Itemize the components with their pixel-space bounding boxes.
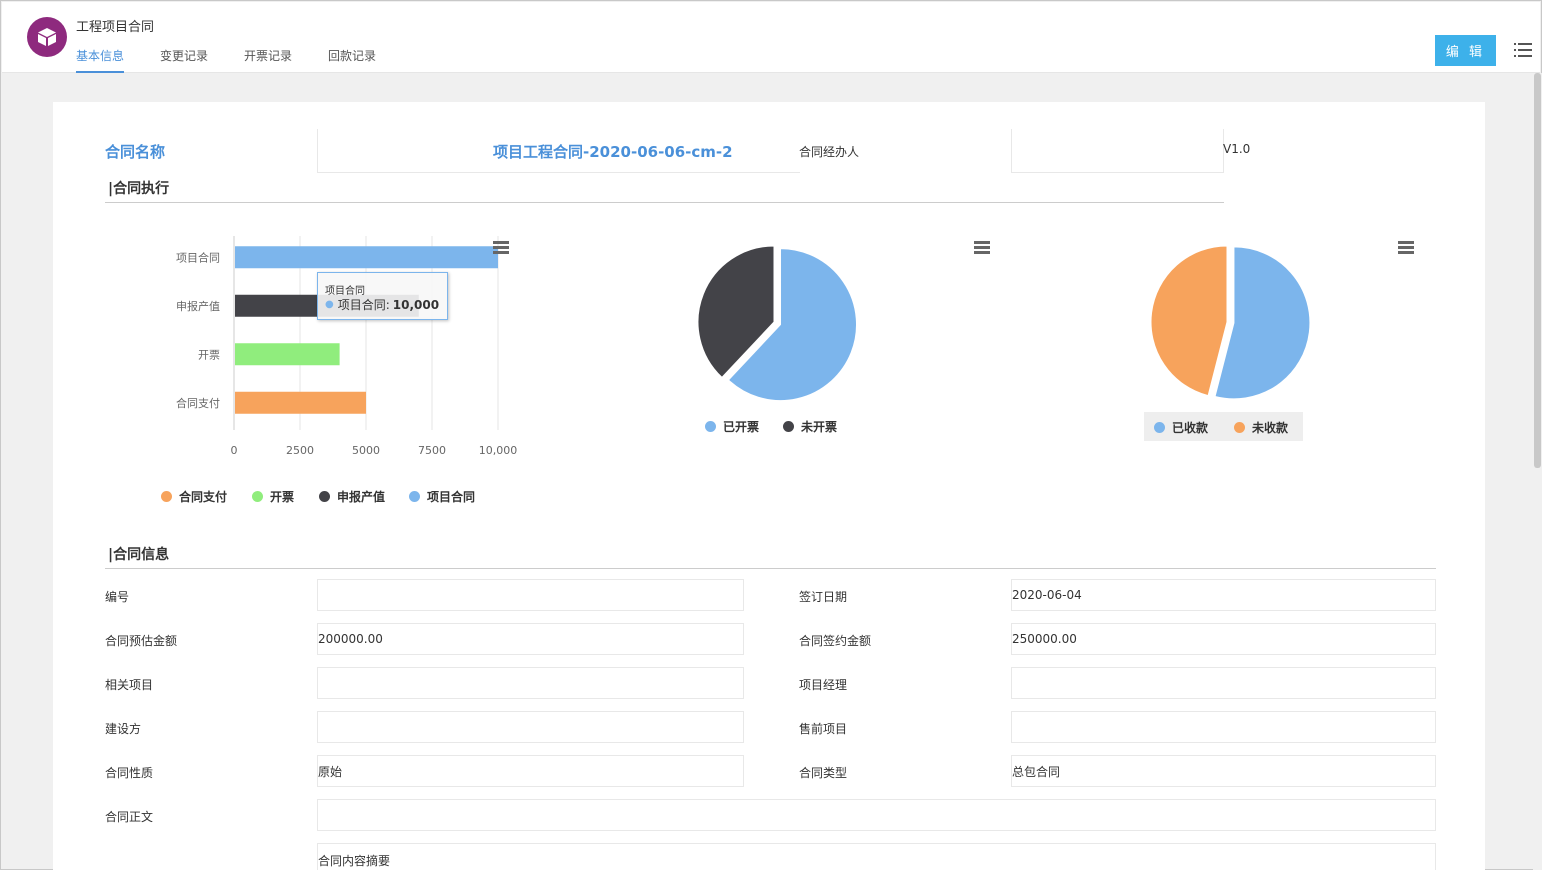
legend-received[interactable]: 已收款 [1154,419,1208,436]
section-divider [105,568,1436,569]
field-label-project-manager: 项目经理 [799,678,848,692]
legend-dot-icon [161,491,172,502]
legend-invoice[interactable]: 开票 [252,488,294,505]
pie-slice [1150,245,1228,397]
tooltip-dot-icon: ● [325,299,334,310]
bar [235,246,498,269]
field-label-related-project: 相关项目 [105,678,154,692]
x-tick-label: 0 [231,444,238,457]
cube-icon [27,17,67,57]
info-section-title: |合同信息 [108,547,170,563]
contract-handler-label: 合同经办人 [799,145,860,159]
x-tick-label: 7500 [418,444,446,457]
content-card: 合同名称 项目工程合同-2020-06-06-cm-2 合同经办人 V1.0 |… [53,102,1485,870]
receipt-pie-chart [1150,245,1311,400]
contract-handler-field[interactable] [1011,129,1224,173]
field-label-contract-type: 合同类型 [799,766,848,780]
invoice-pie-chart [697,245,857,402]
tooltip-value: 10,000 [392,297,440,312]
field-label-contract-body: 合同正文 [105,810,154,824]
tab-invoice-records[interactable]: 开票记录 [244,47,292,73]
contract-name-label: 合同名称 [105,143,166,161]
related-project-field[interactable] [317,667,744,699]
legend-dot-icon [252,491,263,502]
tooltip-title: 项目合同 [325,286,365,297]
contract-body-field[interactable] [317,799,1436,831]
contract-summary-field[interactable]: 合同内容摘要 [317,843,1436,870]
legend-invoiced[interactable]: 已开票 [705,418,759,435]
signed-amount-field[interactable]: 250000.00 [1011,623,1436,655]
legend-dot-icon [1154,422,1165,433]
vertical-scrollbar[interactable] [1533,73,1542,870]
field-label-presales-project: 售前项目 [799,722,848,736]
field-label-signed-amount: 合同签约金额 [799,634,872,648]
legend-project-contract[interactable]: 项目合同 [409,488,475,505]
field-label-number: 编号 [105,590,130,604]
tab-payment-records[interactable]: 回款记录 [328,47,376,73]
field-label-estimated-amount: 合同预估金额 [105,634,178,648]
chart-menu-icon[interactable] [1398,241,1414,255]
presales-project-field[interactable] [1011,711,1436,743]
version-label: V1.0 [1223,142,1251,156]
number-field[interactable] [317,579,744,611]
field-label-builder: 建设方 [105,722,142,736]
app-window: 工程项目合同 基本信息 变更记录 开票记录 回款记录 编 辑 合同名称 项目工程… [0,0,1542,870]
section-divider [105,202,1224,203]
legend-contract-payment[interactable]: 合同支付 [161,488,227,505]
bar [235,343,340,366]
pie-slice [1214,246,1311,400]
y-category-label: 合同支付 [176,396,220,410]
field-label-contract-nature: 合同性质 [105,766,154,780]
top-bar: 工程项目合同 基本信息 变更记录 开票记录 回款记录 编 辑 [2,2,1540,73]
legend-not-received[interactable]: 未收款 [1234,419,1288,436]
contract-name-value: 项目工程合同-2020-06-06-cm-2 [493,143,733,161]
contract-nature-field[interactable]: 原始 [317,755,744,787]
y-category-label: 开票 [198,348,220,361]
legend-dot-icon [409,491,420,502]
x-tick-label: 5000 [352,444,380,457]
field-label-sign-date: 签订日期 [799,590,848,604]
list-menu-icon[interactable] [1514,42,1532,58]
builder-field[interactable] [317,711,744,743]
legend-dot-icon [783,421,794,432]
project-manager-field[interactable] [1011,667,1436,699]
bar [235,391,366,414]
tab-change-records[interactable]: 变更记录 [160,47,208,73]
legend-dot-icon [319,491,330,502]
estimated-amount-field[interactable]: 200000.00 [317,623,744,655]
x-tick-label: 10,000 [479,444,518,457]
legend-declared-output[interactable]: 申报产值 [319,488,385,505]
field-label-contract-summary: 合同内容摘要 [318,854,391,868]
contract-type-field[interactable]: 总包合同 [1011,755,1436,787]
edit-button[interactable]: 编 辑 [1435,35,1496,66]
app-title: 工程项目合同 [76,20,155,35]
tab-bar: 基本信息 变更记录 开票记录 回款记录 [76,47,412,73]
chart-tooltip: 项目合同 ● 项目合同: 10,000 [317,272,448,320]
chart-menu-icon[interactable] [493,241,509,255]
y-category-label: 项目合同 [176,250,220,264]
sign-date-field[interactable]: 2020-06-04 [1011,579,1436,611]
tab-basic-info[interactable]: 基本信息 [76,47,125,73]
execution-section-title: |合同执行 [108,181,170,197]
legend-not-invoiced[interactable]: 未开票 [783,418,837,435]
bar-chart: 项目合同申报产值开票合同支付 025005000750010,00012,... [176,236,518,457]
tooltip-series: 项目合同 [337,298,386,312]
legend-dot-icon [705,421,716,432]
legend-dot-icon [1234,422,1245,433]
chart-menu-icon[interactable] [974,241,990,255]
scrollbar-thumb[interactable] [1534,73,1541,468]
x-tick-label: 2500 [286,444,314,457]
y-category-label: 申报产值 [176,299,220,313]
